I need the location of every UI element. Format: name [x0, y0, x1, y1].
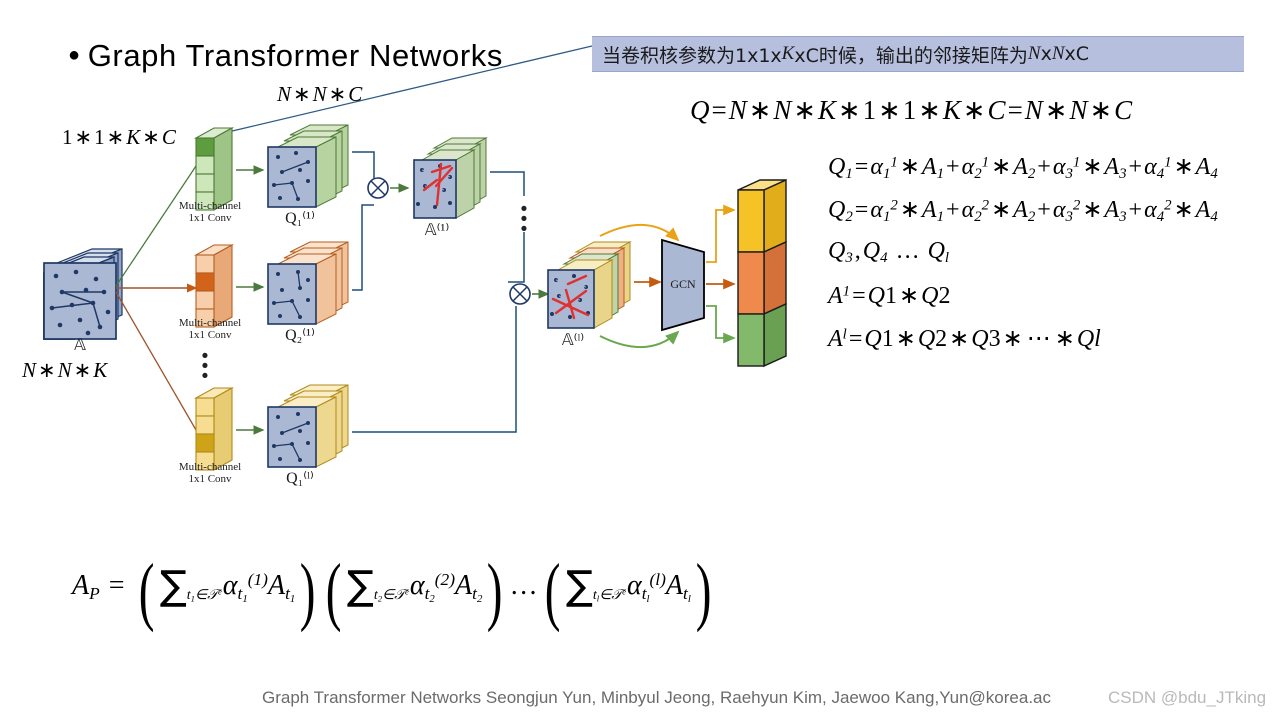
- conv-caption-3-wrap: Multi-channel 1x1 Conv: [178, 461, 242, 486]
- vertical-dots-right-wrap: •••: [520, 205, 528, 233]
- ql-tensor-stack: [267, 384, 349, 468]
- conv-block-yellow: [193, 387, 235, 471]
- vertical-dots-conv: • • •: [201, 352, 209, 378]
- conv-caption-1: Multi-channel 1x1 Conv: [178, 200, 242, 225]
- q2-label-wrap: Q₂⁽¹⁾: [285, 327, 315, 344]
- conv-caption-3: Multi-channel 1x1 Conv: [178, 461, 242, 486]
- a1-result-label: 𝔸⁽¹⁾: [424, 222, 450, 239]
- output-stack: [737, 178, 787, 368]
- gcn-label: GCN: [670, 277, 696, 291]
- conv-caption-1-wrap: Multi-channel 1x1 Conv: [178, 200, 242, 225]
- q1-label: Q₁⁽¹⁾: [285, 210, 315, 227]
- gcn-module: GCN: [661, 238, 705, 332]
- arrow-feedback-yellow: [599, 224, 680, 242]
- footer-citation: Graph Transformer Networks Seongjun Yun,…: [262, 688, 1051, 708]
- arrow-feedback-green: [599, 330, 680, 348]
- q1-tensor-stack: [267, 124, 349, 208]
- a1-result-cube: [413, 137, 488, 219]
- q1-label-wrap: Q₁⁽¹⁾: [285, 210, 315, 227]
- gcn-output-arrows: [706, 204, 736, 344]
- vertical-dots-right: • • •: [520, 205, 528, 233]
- q2-label: Q₂⁽¹⁾: [285, 327, 315, 344]
- al-result-label: 𝔸⁽ˡ⁾: [561, 332, 585, 349]
- citation-text: Graph Transformer Networks Seongjun Yun,…: [262, 688, 940, 707]
- al-label-wrap: 𝔸⁽ˡ⁾: [561, 332, 585, 349]
- conv-caption-2: Multi-channel 1x1 Conv: [178, 317, 242, 342]
- equation-path-adjacency: AP = (∑t1∈𝒯eαt1(1)At1)(∑t2∈𝒯eαt2(2)At2)……: [72, 549, 712, 633]
- slide-canvas: ● Graph Transformer Networks 当卷积核参数为1x1x K…: [0, 0, 1280, 720]
- a1-label-wrap: 𝔸⁽¹⁾: [424, 222, 450, 239]
- ql-label-wrap: Q₁⁽ˡ⁾: [286, 470, 314, 487]
- conv-caption-2-wrap: Multi-channel 1x1 Conv: [178, 317, 242, 342]
- vertical-dots-conv-wrap: •••: [201, 352, 209, 378]
- input-cube-label: 𝔸: [74, 337, 86, 354]
- routing-ql-to-multiply: [352, 306, 517, 433]
- citation-email: Yun@korea.ac: [939, 688, 1052, 707]
- ql-label: Q₁⁽ˡ⁾: [286, 470, 314, 487]
- input-graph-panel: [43, 262, 117, 340]
- al-result-cube: [547, 241, 632, 329]
- watermark-text: CSDN @bdu_JTking: [1108, 688, 1267, 707]
- routing-top-multiply: [352, 151, 375, 291]
- conv-block-orange: [193, 244, 235, 328]
- q2-tensor-stack: [267, 241, 349, 325]
